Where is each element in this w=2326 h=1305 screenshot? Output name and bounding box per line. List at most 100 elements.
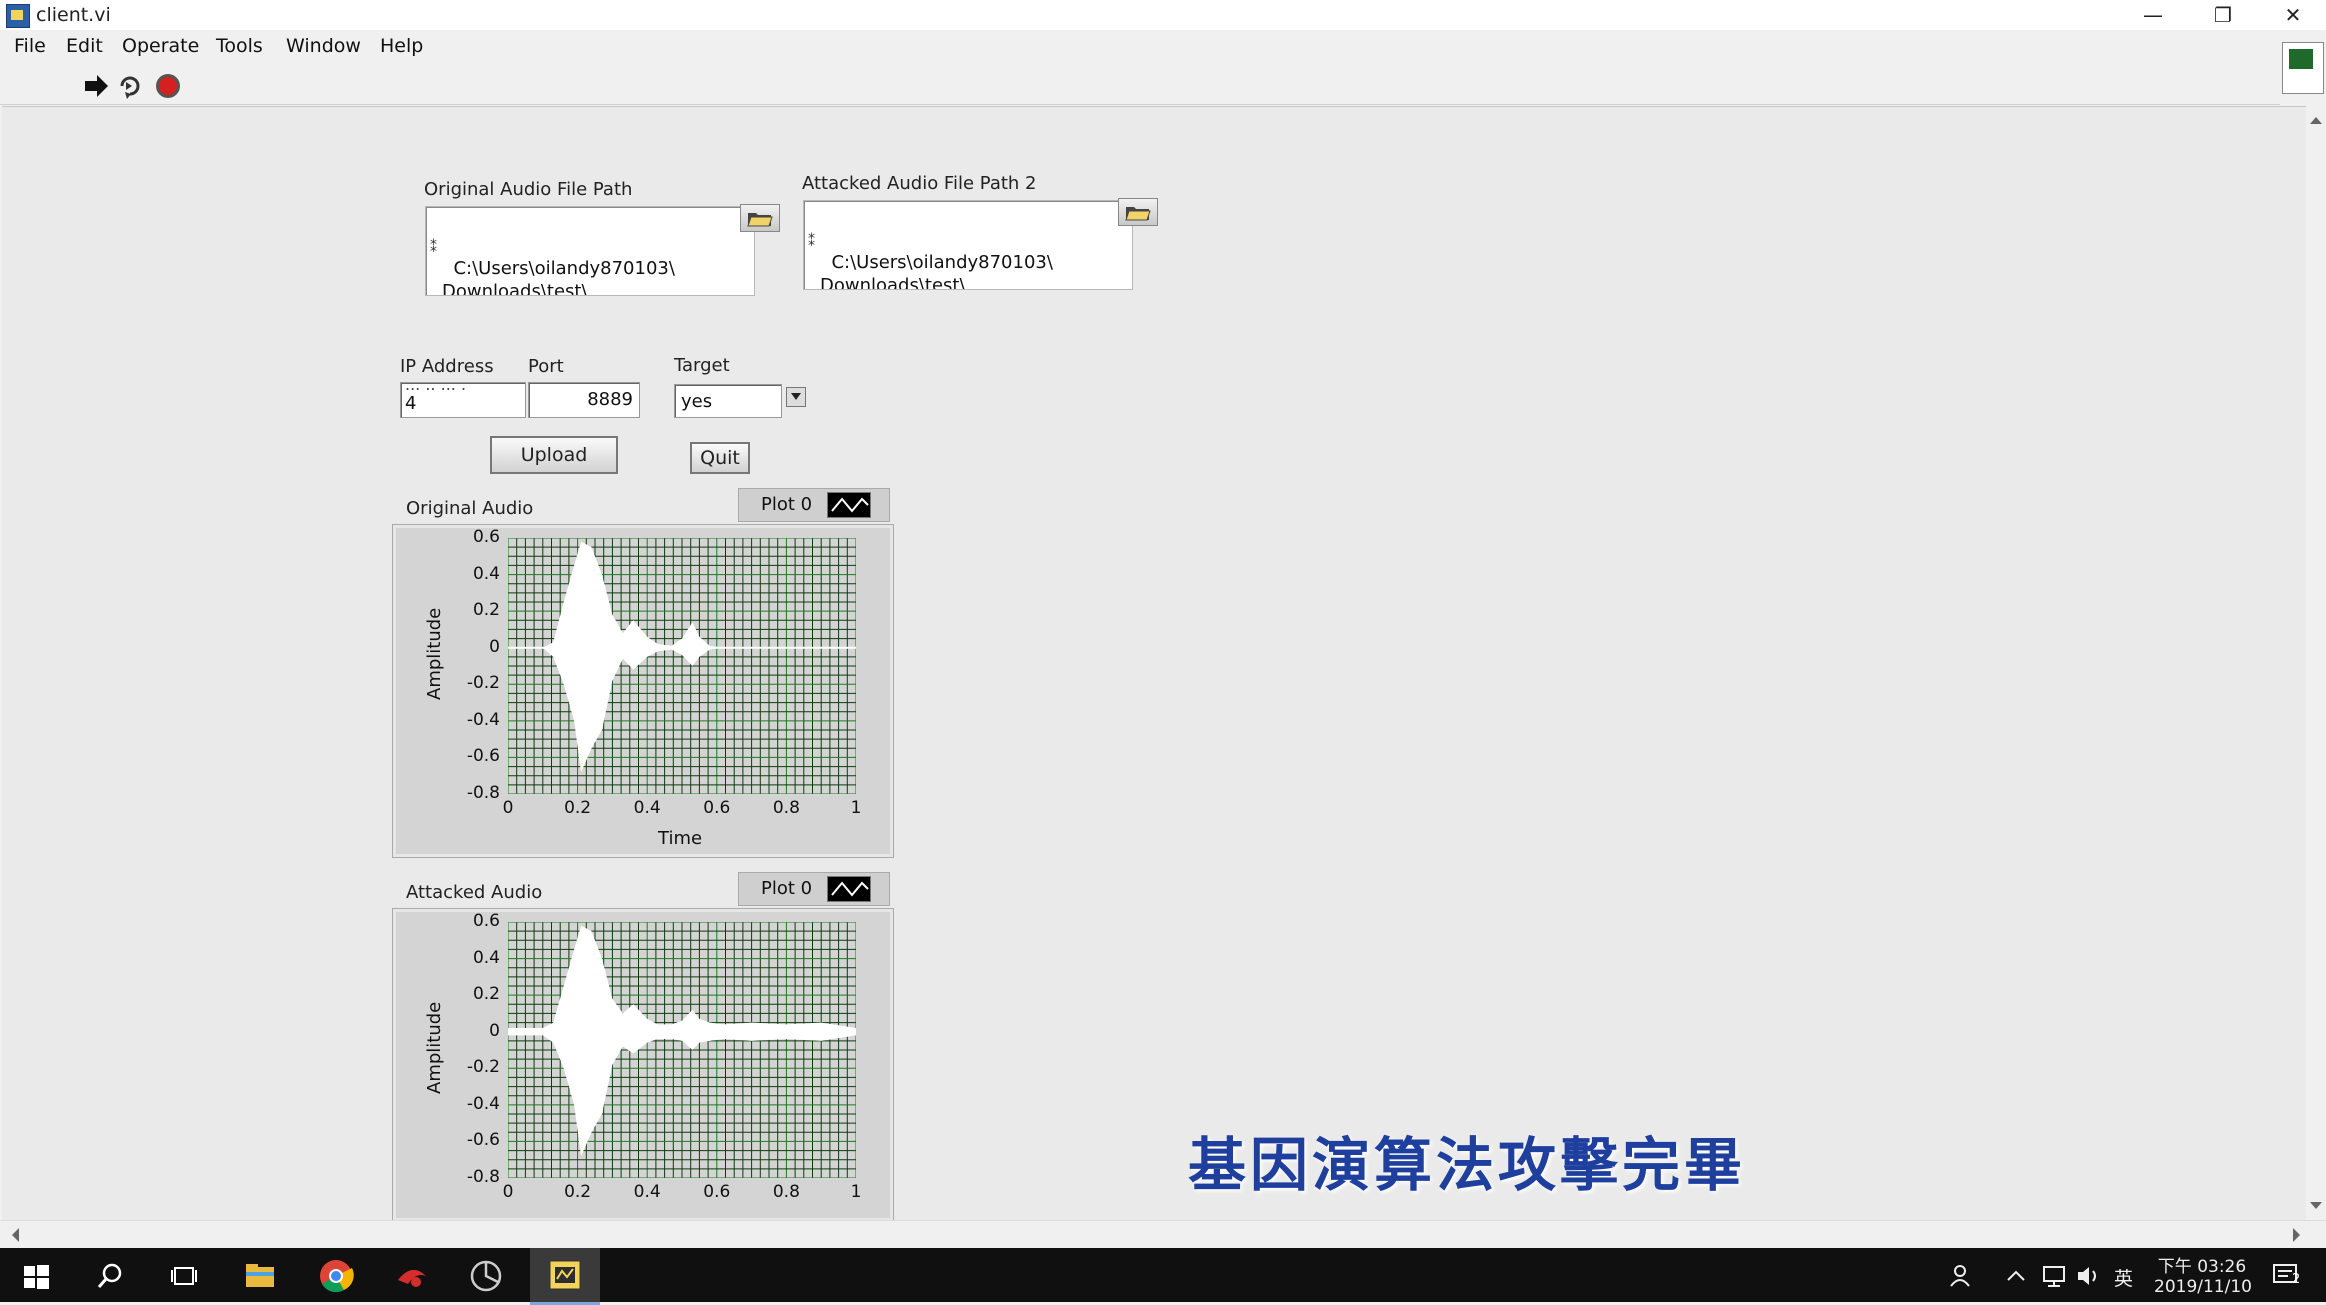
scroll-right-icon (2293, 1228, 2300, 1242)
y-tick-label: -0.4 (466, 1093, 500, 1114)
ip-address-field[interactable]: ... .. ... . 4 (400, 382, 526, 418)
upload-button[interactable]: Upload (490, 436, 618, 474)
ip-address-value: 4 (405, 393, 417, 414)
scroll-left-icon (12, 1228, 19, 1242)
ime-indicator[interactable]: 英 (2114, 1264, 2133, 1291)
y-tick-label: 0 (489, 1020, 500, 1041)
scroll-down-icon (2310, 1202, 2322, 1209)
port-field[interactable]: 8889 (528, 382, 640, 418)
target-select[interactable]: yes (674, 384, 782, 418)
port-label: Port (528, 356, 564, 377)
y-tick-label: 0.6 (472, 911, 500, 931)
app-red-icon[interactable] (394, 1258, 430, 1294)
window-title: client.vi (36, 4, 111, 26)
x-tick-label: 0.2 (564, 1182, 592, 1202)
menu-file[interactable]: File (14, 35, 46, 57)
task-view-icon[interactable] (166, 1258, 202, 1294)
original-audio-plot-area[interactable] (508, 538, 856, 794)
network-icon[interactable] (2040, 1262, 2068, 1294)
menu-operate[interactable]: Operate (122, 35, 199, 57)
y-tick-label: 0.2 (472, 600, 500, 621)
abort-stop-icon[interactable] (154, 72, 182, 100)
dropdown-arrow-icon[interactable] (786, 387, 806, 407)
clock[interactable]: 下午 03:26 2019/11/10 (2154, 1252, 2252, 1297)
original-audio-ylabel: Amplitude (424, 607, 445, 700)
legend-plot-name: Plot 0 (761, 494, 813, 515)
toolbar (0, 66, 2280, 105)
x-tick-label: 0 (502, 1182, 514, 1202)
notification-count: 2 (2292, 1272, 2301, 1287)
menu-tools[interactable]: Tools (216, 35, 263, 57)
x-tick-label: 0.8 (772, 798, 800, 818)
windows-start-icon[interactable] (18, 1258, 54, 1294)
horizontal-scrollbar[interactable] (0, 1220, 2326, 1249)
y-tick-label: 0.6 (472, 527, 500, 547)
quit-button[interactable]: Quit (690, 442, 750, 474)
attacked-path-label: Attacked Audio File Path 2 (802, 173, 1037, 194)
tray-chevron-icon[interactable] (2004, 1264, 2028, 1292)
legend-plot-name: Plot 0 (761, 878, 813, 899)
original-audio-title: Original Audio (406, 498, 534, 519)
attacked-audio-title: Attacked Audio (406, 882, 543, 903)
path-indicator-icon: ⁑ (430, 240, 437, 256)
y-tick-label: 0.4 (472, 947, 500, 968)
attacked-path-value: C:\Users\oilandy870103\ Downloads\test\ … (820, 252, 1053, 290)
labview-icon (549, 1260, 581, 1290)
restore-button[interactable]: ❐ (2188, 0, 2258, 30)
close-button[interactable]: ✕ (2258, 0, 2326, 30)
browse-folder-icon[interactable] (1118, 198, 1158, 226)
x-tick-label: 0.6 (703, 1182, 731, 1202)
menu-window[interactable]: Window (286, 35, 361, 57)
run-continuously-icon[interactable] (116, 72, 144, 100)
y-tick-label: 0 (489, 636, 500, 657)
vertical-scrollbar[interactable] (2306, 106, 2326, 1220)
volume-icon[interactable] (2074, 1262, 2102, 1294)
search-icon[interactable] (92, 1258, 128, 1294)
original-audio-legend[interactable]: Plot 0 (738, 488, 890, 522)
y-tick-label: -0.6 (466, 746, 500, 767)
people-icon[interactable] (1948, 1262, 1976, 1294)
target-label: Target (674, 355, 730, 376)
x-tick-label: 0 (502, 798, 514, 818)
minimize-button[interactable]: — (2118, 0, 2188, 30)
attacked-audio-ylabel: Amplitude (424, 1001, 445, 1094)
front-panel (2, 106, 2306, 1221)
y-tick-label: -0.6 (466, 1130, 500, 1151)
x-tick-label: 0.4 (633, 798, 661, 818)
attacked-audio-legend[interactable]: Plot 0 (738, 872, 890, 906)
x-tick-label: 0.6 (703, 798, 731, 818)
port-value: 8889 (587, 389, 633, 410)
scroll-up-icon (2310, 117, 2322, 124)
chrome-icon[interactable] (318, 1258, 354, 1294)
labview-vi-icon (6, 4, 30, 28)
original-path-field[interactable]: ⁑ C:\Users\oilandy870103\ Downloads\test… (425, 206, 755, 296)
y-tick-label: -0.2 (466, 1057, 500, 1078)
attacked-path-field[interactable]: ⁑ C:\Users\oilandy870103\ Downloads\test… (803, 200, 1133, 290)
browse-folder-icon[interactable] (740, 204, 780, 232)
vi-connector-icon[interactable] (2282, 42, 2324, 94)
y-tick-label: -0.4 (466, 709, 500, 730)
x-tick-label: 0.8 (772, 1182, 800, 1202)
file-explorer-icon[interactable] (242, 1258, 278, 1294)
ip-address-label: IP Address (400, 356, 494, 377)
attacked-audio-plot-area[interactable] (508, 922, 856, 1178)
x-tick-label: 1 (850, 798, 862, 818)
y-tick-label: 0.4 (472, 563, 500, 584)
menu-bar: File Edit Operate Tools Window Help (0, 31, 2326, 65)
original-path-value: C:\Users\oilandy870103\ Downloads\test\ … (442, 258, 675, 296)
run-arrow-icon[interactable] (82, 72, 110, 100)
overlay-caption: 基因演算法攻擊完畢 (1188, 1131, 1747, 1199)
y-tick-label: 0.2 (472, 984, 500, 1005)
x-tick-label: 0.2 (564, 798, 592, 818)
target-value: yes (681, 391, 713, 412)
plot-line-icon (827, 492, 871, 518)
notification-icon[interactable]: 2 (2270, 1260, 2304, 1290)
app-circle-icon[interactable] (468, 1258, 504, 1294)
original-audio-xlabel: Time (658, 828, 703, 849)
x-tick-label: 0.4 (633, 1182, 661, 1202)
labview-taskbar-item[interactable] (530, 1248, 600, 1305)
clock-date: 2019/11/10 (2154, 1277, 2252, 1297)
original-path-label: Original Audio File Path (424, 179, 633, 200)
menu-edit[interactable]: Edit (66, 35, 103, 57)
menu-help[interactable]: Help (380, 35, 423, 57)
